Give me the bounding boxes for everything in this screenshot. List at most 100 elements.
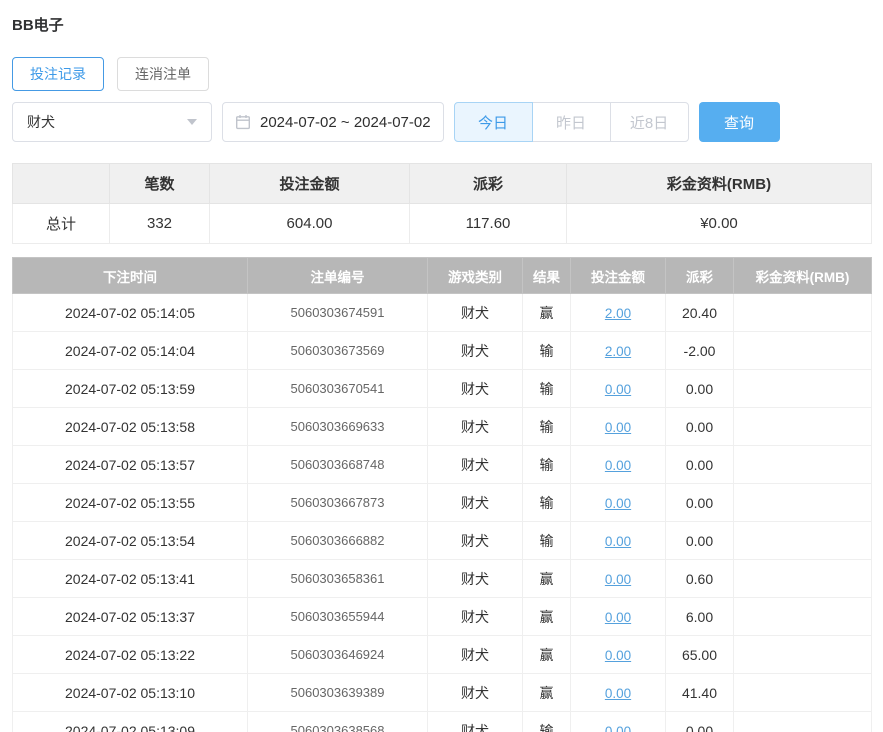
bet-amount-link[interactable]: 0.00 [605, 724, 631, 732]
result-value: 赢 [522, 635, 571, 674]
game-select[interactable]: 财犬 [12, 102, 212, 142]
result-value: 输 [522, 711, 571, 732]
result-value: 输 [522, 483, 571, 522]
table-row: 2024-07-02 05:13:57 5060303668748 财犬 输 0… [12, 445, 872, 484]
bet-amount-cell: 0.00 [570, 445, 666, 484]
bet-amount-cell: 2.00 [570, 331, 666, 370]
bet-amount-link[interactable]: 0.00 [605, 534, 631, 549]
order-id: 5060303673569 [247, 331, 428, 370]
table-row: 2024-07-02 05:13:10 5060303639389 财犬 赢 0… [12, 673, 872, 712]
bonus-value [733, 483, 872, 522]
bet-amount-link[interactable]: 0.00 [605, 382, 631, 397]
bet-amount-cell: 2.00 [570, 293, 666, 332]
tab-bet-records[interactable]: 投注记录 [12, 57, 104, 91]
table-row: 2024-07-02 05:13:58 5060303669633 财犬 输 0… [12, 407, 872, 446]
bonus-value [733, 559, 872, 598]
table-row: 2024-07-02 05:13:59 5060303670541 财犬 输 0… [12, 369, 872, 408]
result-value: 输 [522, 445, 571, 484]
bet-amount-link[interactable]: 0.00 [605, 648, 631, 663]
bet-amount-link[interactable]: 2.00 [605, 306, 631, 321]
date-range-input[interactable]: 2024-07-02 ~ 2024-07-02 [222, 102, 444, 142]
bet-time: 2024-07-02 05:13:41 [12, 559, 248, 598]
bet-amount-link[interactable]: 0.00 [605, 572, 631, 587]
game-type: 财犬 [427, 331, 523, 370]
quick-btn-yesterday[interactable]: 昨日 [531, 102, 611, 142]
order-id: 5060303658361 [247, 559, 428, 598]
bet-amount-cell: 0.00 [570, 673, 666, 712]
payout-value: 0.00 [665, 445, 734, 484]
bet-amount-cell: 0.00 [570, 521, 666, 560]
page-title: BB电子 [12, 17, 64, 34]
summary-header-count: 笔数 [109, 163, 210, 204]
bet-time: 2024-07-02 05:13:22 [12, 635, 248, 674]
game-type: 财犬 [427, 673, 523, 712]
result-value: 输 [522, 369, 571, 408]
bet-time: 2024-07-02 05:13:58 [12, 407, 248, 446]
payout-value: 0.00 [665, 711, 734, 732]
game-type: 财犬 [427, 369, 523, 408]
bonus-value [733, 369, 872, 408]
bet-amount-link[interactable]: 0.00 [605, 686, 631, 701]
table-row: 2024-07-02 05:13:22 5060303646924 财犬 赢 0… [12, 635, 872, 674]
payout-value: 41.40 [665, 673, 734, 712]
bet-amount-link[interactable]: 0.00 [605, 610, 631, 625]
summary-header-row: 笔数 投注金额 派彩 彩金资料(RMB) [12, 163, 872, 204]
bet-amount-link[interactable]: 0.00 [605, 458, 631, 473]
game-type: 财犬 [427, 711, 523, 732]
records-header-time: 下注时间 [12, 257, 248, 294]
bet-time: 2024-07-02 05:13:55 [12, 483, 248, 522]
summary-header-payout: 派彩 [409, 163, 567, 204]
game-type: 财犬 [427, 445, 523, 484]
summary-total-label: 总计 [12, 203, 110, 244]
payout-value: 0.00 [665, 369, 734, 408]
result-value: 输 [522, 521, 571, 560]
bet-amount-link[interactable]: 0.00 [605, 496, 631, 511]
bet-time: 2024-07-02 05:13:59 [12, 369, 248, 408]
bonus-value [733, 673, 872, 712]
result-value: 输 [522, 407, 571, 446]
result-value: 赢 [522, 559, 571, 598]
bet-amount-link[interactable]: 2.00 [605, 344, 631, 359]
tab-cancelled-orders[interactable]: 连消注单 [117, 57, 209, 91]
bonus-value [733, 407, 872, 446]
page-container: BB电子 投注记录 连消注单 财犬 2024-07-02 ~ 2024-07-0… [0, 0, 883, 732]
summary-total-count: 332 [109, 203, 210, 244]
game-type: 财犬 [427, 559, 523, 598]
game-type: 财犬 [427, 483, 523, 522]
records-table: 下注时间 注单编号 游戏类别 结果 投注金额 派彩 彩金资料(RMB) 2024… [12, 257, 872, 732]
table-row: 2024-07-02 05:14:05 5060303674591 财犬 赢 2… [12, 293, 872, 332]
order-id: 5060303639389 [247, 673, 428, 712]
order-id: 5060303670541 [247, 369, 428, 408]
order-id: 5060303638568 [247, 711, 428, 732]
order-id: 5060303655944 [247, 597, 428, 636]
bet-time: 2024-07-02 05:14:04 [12, 331, 248, 370]
bet-time: 2024-07-02 05:14:05 [12, 293, 248, 332]
bonus-value [733, 521, 872, 560]
bet-time: 2024-07-02 05:13:37 [12, 597, 248, 636]
records-header-bet: 投注金额 [570, 257, 666, 294]
bet-time: 2024-07-02 05:13:10 [12, 673, 248, 712]
summary-total-row: 总计 332 604.00 117.60 ¥0.00 [12, 203, 872, 244]
payout-value: 0.00 [665, 483, 734, 522]
order-id: 5060303668748 [247, 445, 428, 484]
summary-header-bet-amount: 投注金额 [209, 163, 410, 204]
bonus-value [733, 597, 872, 636]
summary-table: 笔数 投注金额 派彩 彩金资料(RMB) 总计 332 604.00 117.6… [12, 163, 872, 244]
records-header-game: 游戏类别 [427, 257, 523, 294]
table-row: 2024-07-02 05:13:37 5060303655944 财犬 赢 0… [12, 597, 872, 636]
chevron-down-icon [187, 119, 197, 125]
bet-amount-link[interactable]: 0.00 [605, 420, 631, 435]
payout-value: 20.40 [665, 293, 734, 332]
table-row: 2024-07-02 05:14:04 5060303673569 财犬 输 2… [12, 331, 872, 370]
bonus-value [733, 445, 872, 484]
tab-bar: 投注记录 连消注单 [12, 57, 871, 91]
quick-btn-today[interactable]: 今日 [453, 102, 533, 142]
records-header-bonus: 彩金资料(RMB) [733, 257, 872, 294]
payout-value: -2.00 [665, 331, 734, 370]
order-id: 5060303666882 [247, 521, 428, 560]
summary-header-bonus: 彩金资料(RMB) [566, 163, 872, 204]
order-id: 5060303667873 [247, 483, 428, 522]
search-button[interactable]: 查询 [698, 102, 780, 142]
quick-btn-last8days[interactable]: 近8日 [609, 102, 689, 142]
summary-total-bonus: ¥0.00 [566, 203, 872, 244]
